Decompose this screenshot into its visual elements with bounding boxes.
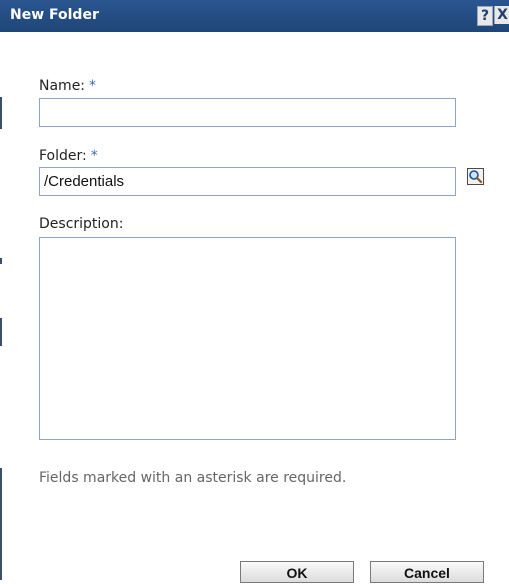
name-label-text: Name:: [39, 78, 86, 94]
name-label: Name: *: [39, 78, 96, 94]
new-folder-dialog: New Folder ? X Name:* Folder:* Descripti…: [0, 0, 509, 583]
search-icon: [469, 170, 483, 184]
dialog-title: New Folder: [10, 7, 99, 23]
title-bar[interactable]: New Folder ? X: [0, 0, 509, 32]
required-marker: *: [89, 78, 97, 94]
name-input[interactable]: [39, 98, 456, 127]
edge-mark: [0, 318, 2, 346]
description-label: Description:: [39, 216, 124, 232]
folder-input[interactable]: [39, 167, 456, 196]
required-marker: *: [90, 148, 98, 164]
close-button[interactable]: X: [494, 6, 509, 24]
edge-mark: [0, 468, 2, 580]
folder-label: Folder: *: [39, 148, 98, 164]
edge-mark: [0, 97, 2, 129]
description-textarea[interactable]: [39, 237, 456, 440]
help-button[interactable]: ?: [477, 6, 493, 26]
folder-browse-button[interactable]: [467, 168, 484, 185]
folder-label-text: Folder:: [39, 148, 87, 164]
required-fields-note: Fields marked with an asterisk are requi…: [39, 470, 347, 486]
edge-mark: [0, 258, 2, 264]
